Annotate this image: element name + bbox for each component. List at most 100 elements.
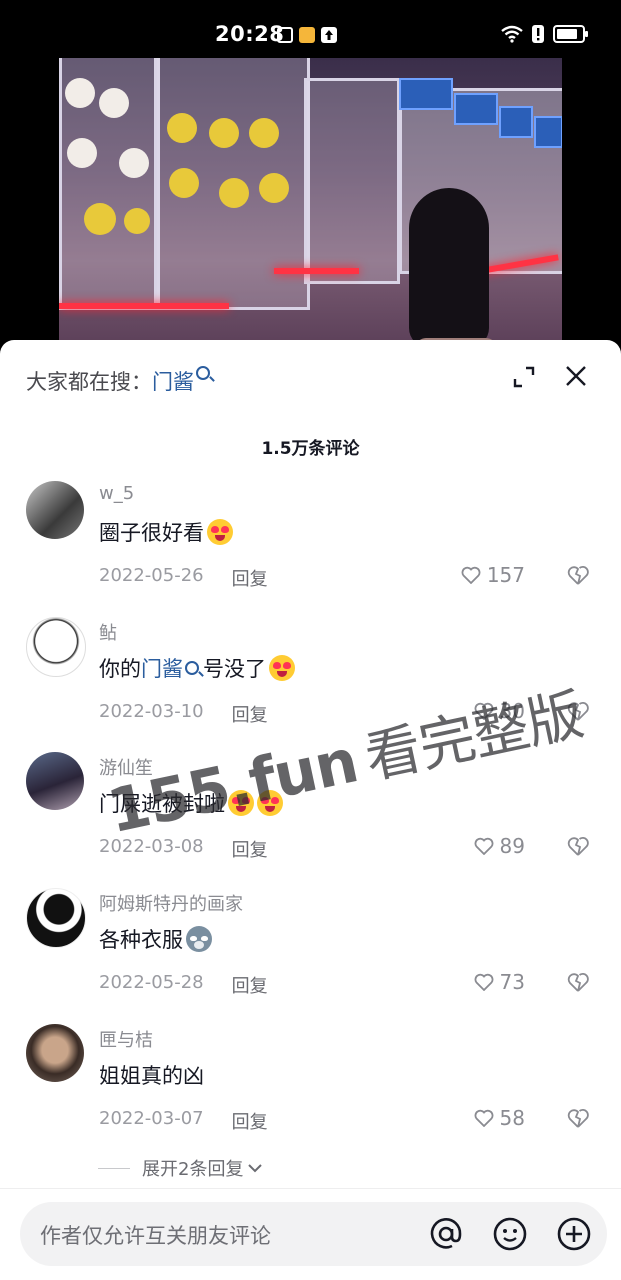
- comment-text: 各种衣服: [99, 924, 212, 954]
- upload-notification-icon: [321, 27, 337, 43]
- divider-line: [98, 1167, 130, 1169]
- avatar[interactable]: [26, 888, 86, 948]
- husky-emoji-icon: [186, 926, 212, 952]
- like-button[interactable]: 73: [474, 970, 525, 994]
- plush-toy: [99, 88, 129, 118]
- reply-button[interactable]: 回复: [232, 972, 268, 998]
- heart-eyes-emoji-icon: [269, 655, 295, 681]
- plush-toy: [259, 173, 289, 203]
- like-count: 58: [499, 1106, 525, 1130]
- comment-text-body: 姐姐真的凶: [99, 1064, 204, 1088]
- heart-icon: [474, 837, 493, 855]
- neon-light: [274, 268, 359, 274]
- plush-toy: [124, 208, 150, 234]
- battery-icon: [553, 25, 588, 43]
- comment-input-placeholder: 作者仅允许互关朋友评论: [40, 1224, 271, 1248]
- broken-heart-icon[interactable]: [567, 836, 589, 856]
- avatar[interactable]: [26, 481, 84, 539]
- like-button[interactable]: 157: [461, 563, 525, 587]
- comment-text-suffix: 号没了: [203, 657, 266, 681]
- comment-item: 匣与桔 姐姐真的凶 2022-03-07 回复 58: [0, 1024, 621, 1144]
- comment-item: w_5 圈子很好看 2022-05-26 回复 157: [0, 481, 621, 601]
- comment-username[interactable]: 匣与桔: [99, 1026, 153, 1052]
- plush-toy: [209, 118, 239, 148]
- avatar[interactable]: [26, 1024, 84, 1082]
- comments-sheet: 大家都在搜：门酱 1.5万条评论 w_5 圈子很好看 2022-05-26 回复…: [0, 340, 621, 1280]
- mention-icon[interactable]: [428, 1216, 464, 1252]
- expand-replies-label: 展开2条回复: [142, 1159, 244, 1180]
- close-icon[interactable]: [564, 364, 588, 388]
- reply-button[interactable]: 回复: [232, 701, 268, 727]
- comment-meta: 2022-03-10 回复: [99, 701, 268, 727]
- reply-button[interactable]: 回复: [232, 565, 268, 591]
- comment-date: 2022-03-10: [99, 701, 204, 722]
- comment-text: 你的 门酱 号没了: [99, 653, 295, 683]
- comment-text-body: 圈子很好看: [99, 521, 204, 545]
- plush-toy: [119, 148, 149, 178]
- comment-username[interactable]: w_5: [99, 483, 134, 504]
- broken-heart-icon[interactable]: [567, 1108, 589, 1128]
- broken-heart-icon[interactable]: [567, 565, 589, 585]
- comment-meta: 2022-05-28 回复: [99, 972, 268, 998]
- heart-icon: [474, 1109, 493, 1127]
- reply-button[interactable]: 回复: [232, 1108, 268, 1134]
- comment-meta: 2022-03-07 回复: [99, 1108, 268, 1134]
- plush-toy: [219, 178, 249, 208]
- machine-screen: [534, 116, 562, 148]
- search-icon: [185, 661, 199, 675]
- add-icon[interactable]: [556, 1216, 592, 1252]
- machine-screen: [399, 78, 453, 110]
- reply-button[interactable]: 回复: [232, 836, 268, 862]
- machine-screen: [499, 106, 533, 138]
- comment-text-prefix: 你的: [99, 657, 141, 681]
- wifi-icon: [501, 25, 523, 43]
- status-time: 20:28: [215, 22, 285, 46]
- comment-username[interactable]: 鲇: [99, 619, 117, 645]
- search-icon: [196, 366, 210, 380]
- expand-replies-button[interactable]: 展开2条回复: [98, 1155, 263, 1181]
- claw-machine: [304, 78, 400, 284]
- heart-icon: [474, 973, 493, 991]
- heart-eyes-emoji-icon: [207, 519, 233, 545]
- like-count: 73: [499, 970, 525, 994]
- comment-item: 阿姆斯特丹的画家 各种衣服 2022-05-28 回复 73: [0, 888, 621, 1008]
- comment-date: 2022-05-28: [99, 972, 204, 993]
- mail-notification-icon: [299, 27, 315, 43]
- chevron-down-icon: [248, 1164, 263, 1173]
- machine-screen: [454, 93, 498, 125]
- person-figure: [409, 188, 489, 348]
- plush-toy: [167, 113, 197, 143]
- trending-search-keyword[interactable]: 门酱: [152, 370, 194, 394]
- comment-keyword-link[interactable]: 门酱: [141, 653, 183, 683]
- comment-count: 1.5万条评论: [261, 439, 360, 459]
- like-count: 157: [486, 563, 525, 587]
- app-notification-icon: [277, 27, 293, 43]
- trending-search-label: 大家都在搜：: [26, 370, 152, 394]
- comment-text: 姐姐真的凶: [99, 1060, 204, 1090]
- avatar[interactable]: [26, 752, 84, 810]
- emoji-icon[interactable]: [492, 1216, 528, 1252]
- comment-text: 圈子很好看: [99, 517, 233, 547]
- plush-toy: [169, 168, 199, 198]
- like-count: 89: [499, 834, 525, 858]
- trending-search[interactable]: 大家都在搜：门酱: [26, 366, 210, 396]
- status-bar: 20:28: [0, 0, 621, 58]
- comment-input[interactable]: 作者仅允许互关朋友评论: [20, 1202, 607, 1266]
- like-button[interactable]: 89: [474, 834, 525, 858]
- comment-date: 2022-05-26: [99, 565, 204, 586]
- divider: [0, 1188, 621, 1189]
- expand-icon[interactable]: [513, 366, 535, 388]
- like-button[interactable]: 58: [474, 1106, 525, 1130]
- plush-toy: [67, 138, 97, 168]
- avatar[interactable]: [26, 617, 86, 677]
- broken-heart-icon[interactable]: [567, 972, 589, 992]
- heart-icon: [461, 566, 481, 584]
- video-player[interactable]: [59, 58, 562, 348]
- comment-date: 2022-03-07: [99, 1108, 204, 1129]
- plush-toy: [84, 203, 116, 235]
- neon-light: [59, 303, 229, 309]
- alert-icon: [532, 25, 544, 43]
- comment-username[interactable]: 阿姆斯特丹的画家: [99, 890, 243, 916]
- comment-meta: 2022-05-26 回复: [99, 565, 268, 591]
- plush-toy: [65, 78, 95, 108]
